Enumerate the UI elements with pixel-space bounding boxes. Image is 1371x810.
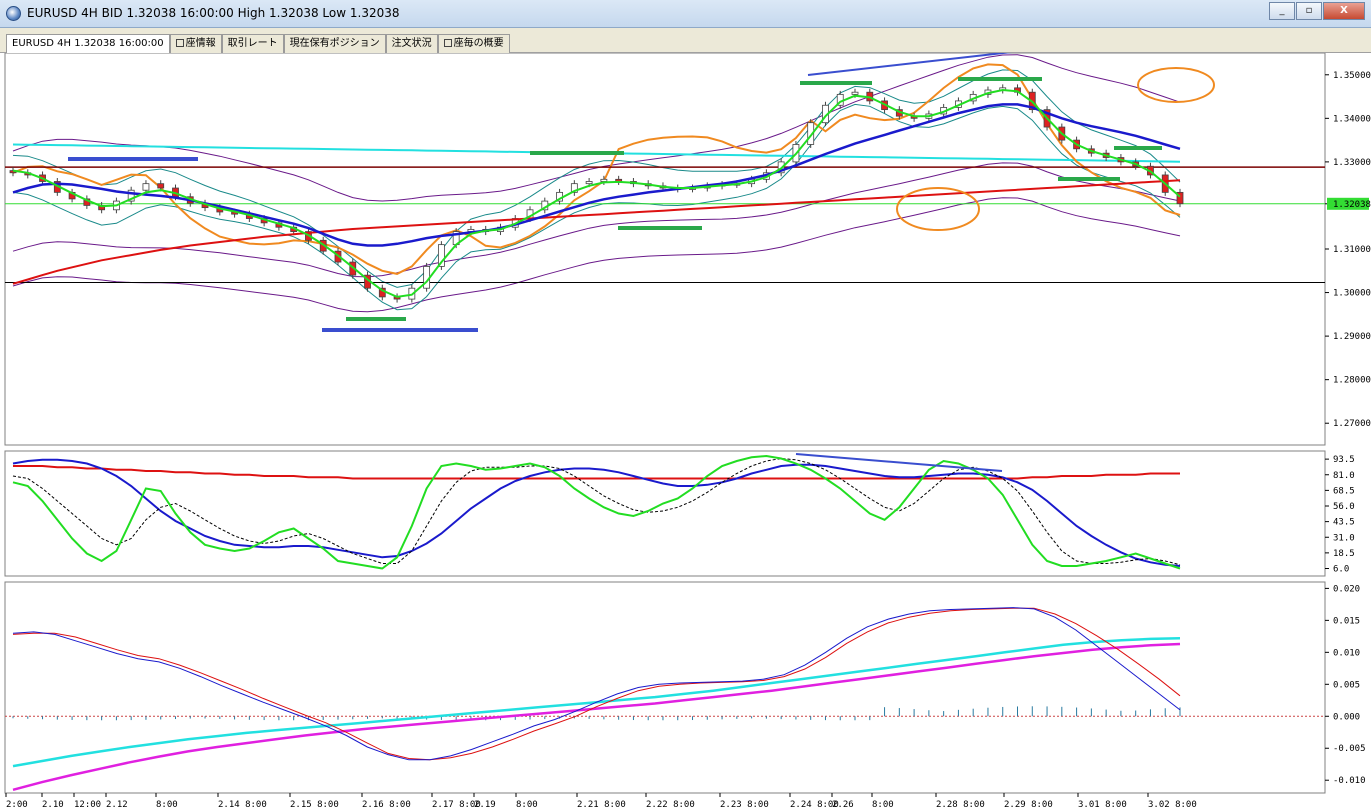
time-axis-label: 2.22 8:00 [646,800,695,810]
price-axis-label: 1.30000 [1333,289,1371,299]
time-axis-label: 3.02 8:00 [1148,800,1197,810]
minimize-button[interactable]: _ [1269,2,1295,20]
stoch-axis-label: 31.0 [1333,533,1355,543]
checkbox-icon [443,39,452,47]
time-axis-label: 2.28 8:00 [936,800,985,810]
macd-axis-label: 0.005 [1333,680,1360,690]
tab-label: 取引レート [227,38,278,49]
stoch-axis-label: 18.5 [1333,549,1355,559]
macd-axis-label: 0.000 [1333,712,1360,722]
time-axis-label: 2:00 [6,800,28,810]
time-axis-label: 2.10 [42,800,64,810]
time-axis-label: 8:00 [156,800,178,810]
candle-body [157,183,165,189]
restore-button[interactable]: ▫ [1296,2,1322,20]
tab-label: 現在保有ポジション [289,38,380,49]
price-axis-label: 1.29000 [1333,332,1371,342]
tab-label: 注文状況 [391,38,432,49]
tab-label: 座毎の概要 [453,38,504,49]
price-axis-label: 1.35000 [1333,71,1371,81]
stoch-axis-label: 68.5 [1333,486,1355,496]
tab-label: 座情報 [185,38,216,49]
time-axis-label: 2.23 8:00 [720,800,769,810]
close-button[interactable]: X [1323,2,1365,20]
stoch-axis-label: 6.0 [1333,565,1349,575]
time-axis-label: 3.01 8:00 [1078,800,1127,810]
price-axis-label: 1.33000 [1333,158,1371,168]
candle-body [585,181,593,185]
tab-3[interactable]: 現在保有ポジション [283,34,386,53]
tab-bar: EURUSD 4H 1.32038 16:00:00 座情報 取引レート 現在保有ポジ… [0,28,1371,54]
price-chart[interactable]: 1.35000 1.34000 1.33000 1.32038 1.31000 1.300… [0,37,1371,810]
time-axis-label: 2.15 8:00 [290,800,339,810]
price-axis-label: 1.31000 [1333,245,1371,255]
window-controls: _ ▫ X [1268,2,1365,20]
candle-body [600,178,608,182]
tab-2[interactable]: 取引レート [221,34,284,53]
window-title: EURUSD 4H BID 1.32038 16:00:00 High 1.32… [27,6,400,20]
macd-axis-label: -0.010 [1333,776,1366,786]
time-axis-label: 12:00 [74,800,101,810]
price-axis-label: 1.32038 [1333,200,1371,210]
time-axis-label: 2.16 8:00 [362,800,411,810]
stoch-axis-label: 43.5 [1333,518,1355,528]
candle-body [142,183,150,191]
macd-axis-label: -0.005 [1333,744,1366,754]
window-titlebar: EURUSD 4H BID 1.32038 16:00:00 High 1.32… [0,0,1371,28]
macd-axis-label: 0.015 [1333,616,1360,626]
tab-4[interactable]: 注文状況 [385,34,438,53]
time-axis-label: 8:00 [516,800,538,810]
time-axis-label: 2.14 8:00 [218,800,267,810]
tab-5[interactable]: 座毎の概要 [437,34,510,53]
app-globe-icon [6,6,21,21]
tab-list: EURUSD 4H 1.32038 16:00:00 座情報 取引レート 現在保有ポジ… [6,34,510,54]
stoch-axis-label: 56.0 [1333,502,1355,512]
chart-area[interactable]: 1.35000 1.34000 1.33000 1.32038 1.31000 1.300… [0,37,1371,810]
time-axis-label: 2.12 [106,800,128,810]
macd-axis-label: 0.010 [1333,648,1360,658]
stoch-axis-label: 93.5 [1333,455,1355,465]
macd-axis-label: 0.020 [1333,584,1360,594]
time-axis-label: 2.26 [832,800,854,810]
price-axis-label: 1.34000 [1333,114,1371,124]
time-axis-label: 2.21 8:00 [577,800,626,810]
time-axis-label: 2.29 8:00 [1004,800,1053,810]
tab-0[interactable]: EURUSD 4H 1.32038 16:00:00 [6,34,170,54]
tab-1[interactable]: 座情報 [169,34,222,53]
stoch-axis-label: 81.0 [1333,471,1355,481]
price-axis-label: 1.27000 [1333,419,1371,429]
candle-body [851,91,859,95]
time-axis-label: 2.19 [474,800,496,810]
tab-label: EURUSD 4H 1.32038 16:00:00 [12,38,164,49]
price-axis-label: 1.28000 [1333,376,1371,386]
time-axis-label: 8:00 [872,800,894,810]
checkbox-icon [175,39,184,47]
